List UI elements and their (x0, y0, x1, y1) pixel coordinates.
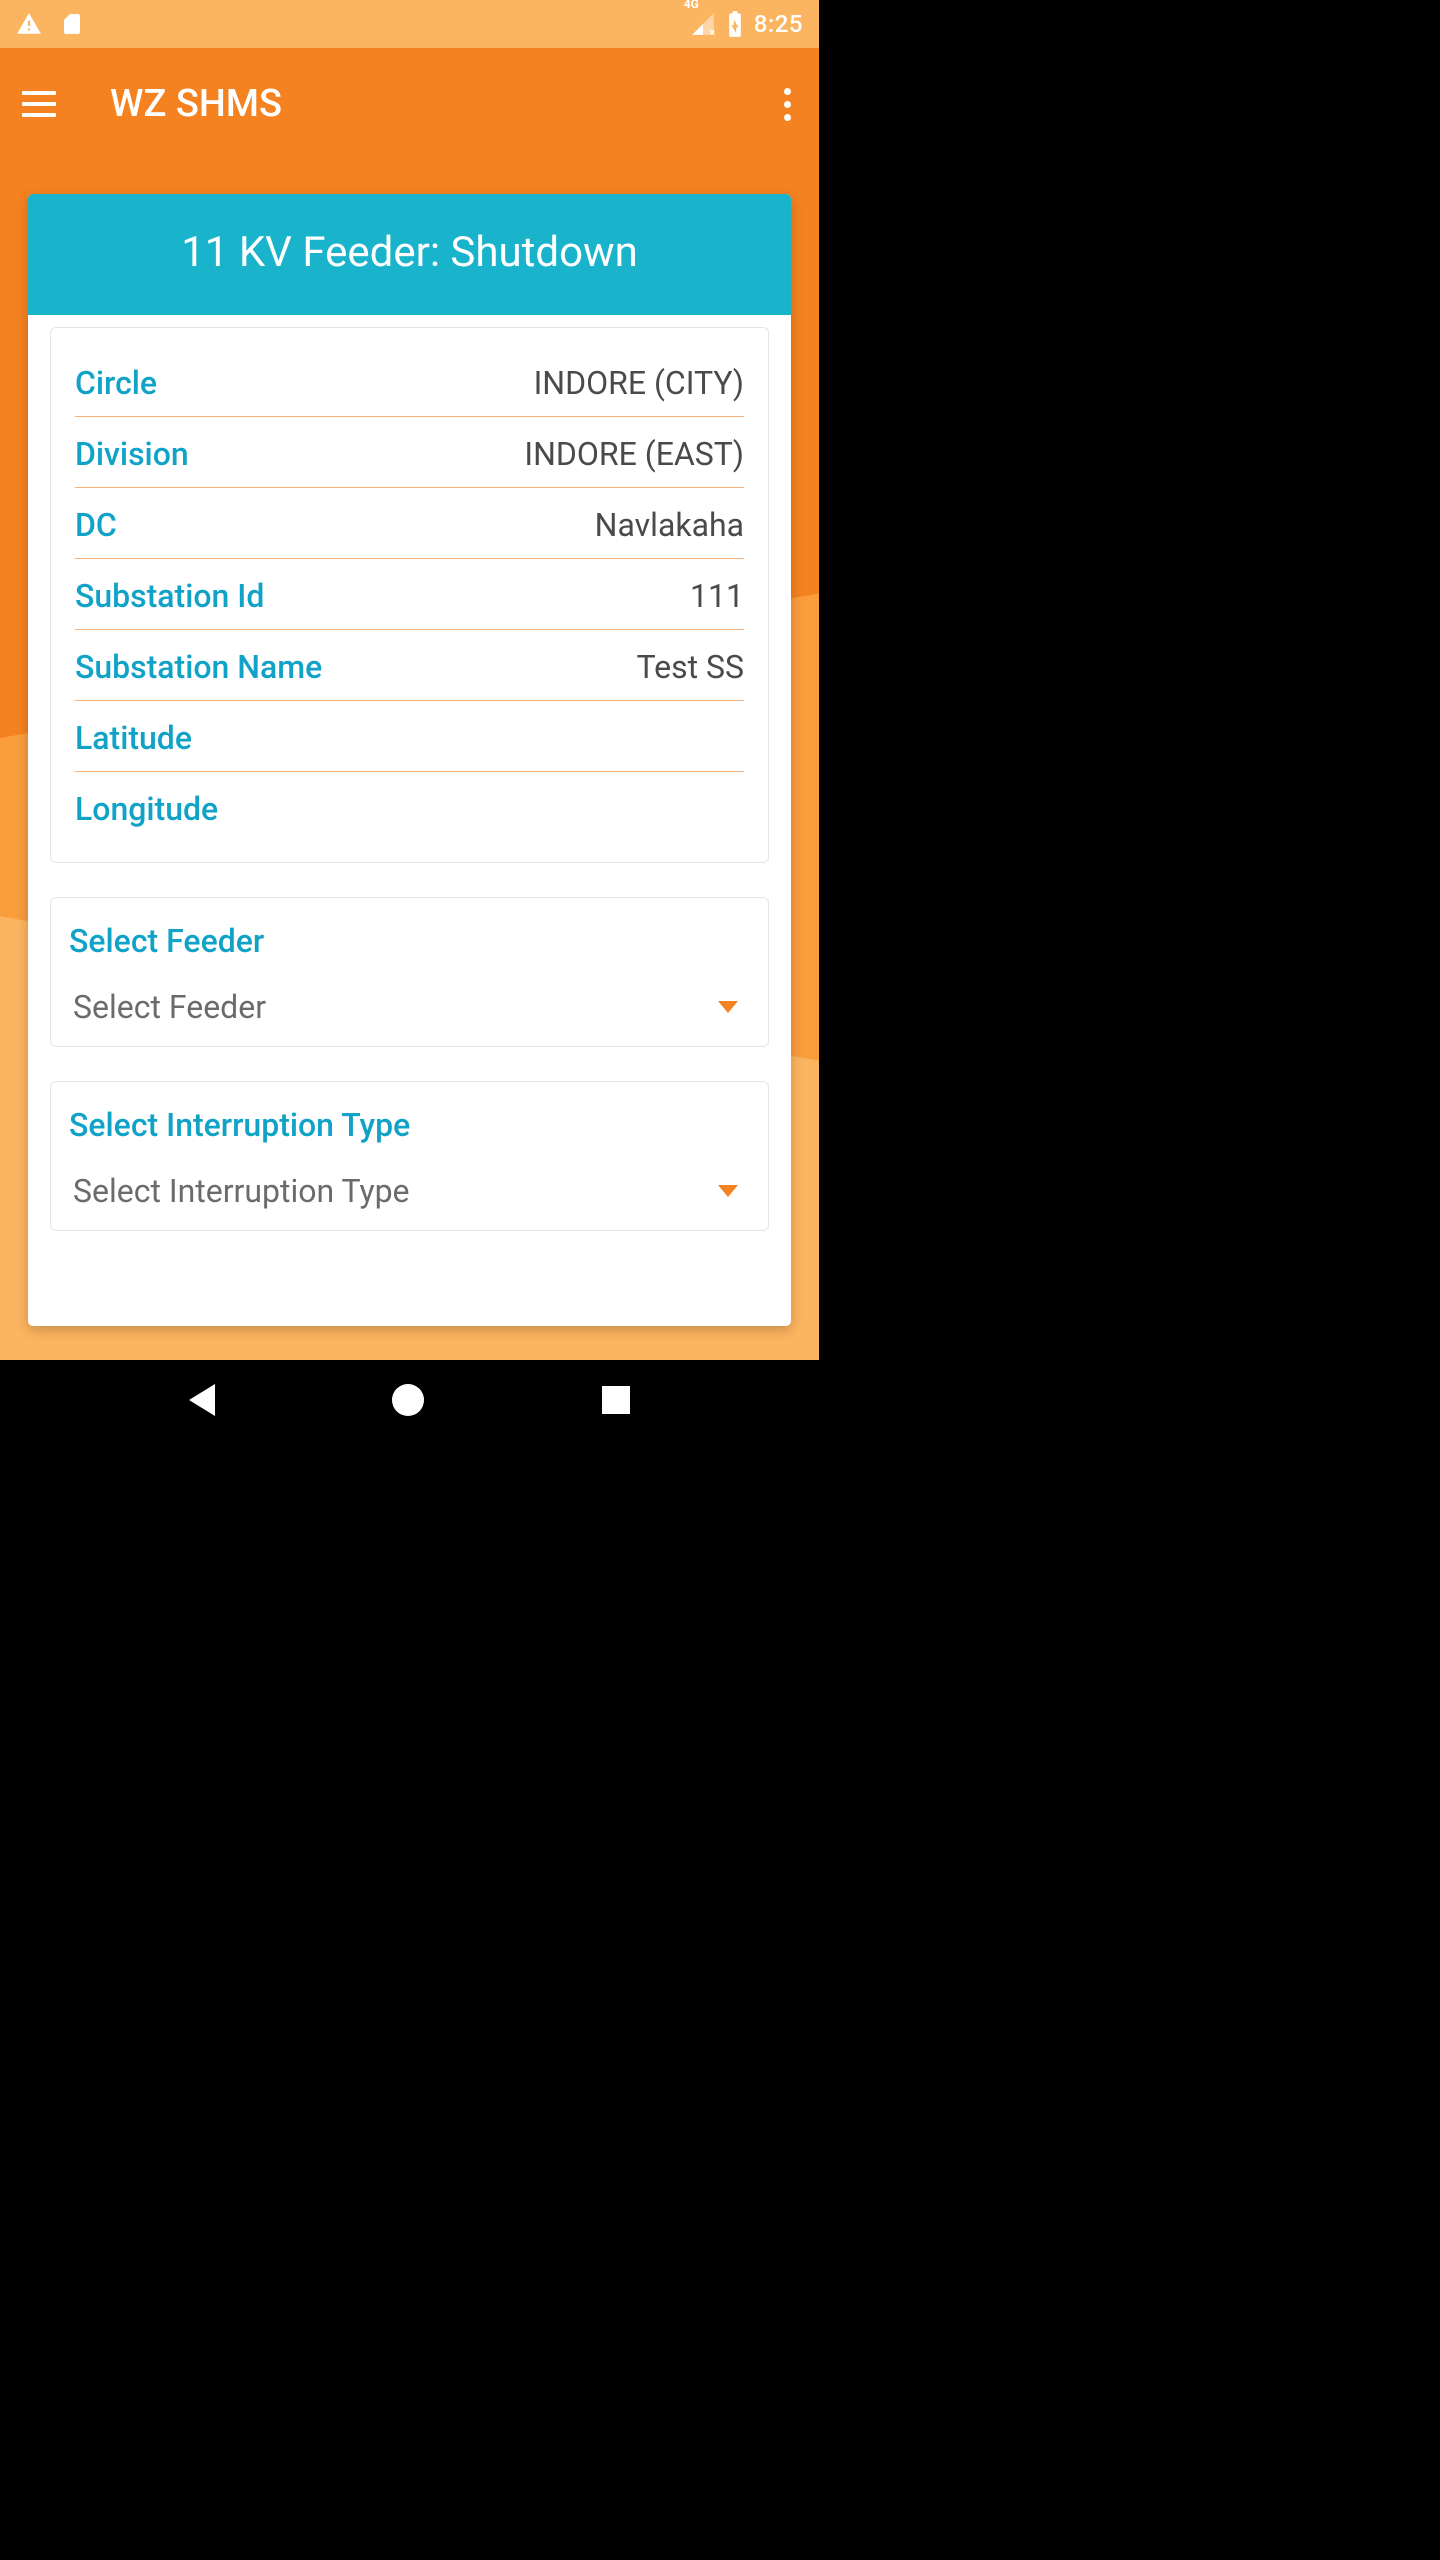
row-substation-id: Substation Id 111 (75, 559, 744, 630)
dropdown-arrow-icon (718, 1185, 738, 1197)
row-dc: DC Navlakaha (75, 488, 744, 559)
nav-recent-icon[interactable] (602, 1386, 630, 1414)
interruption-selected-text: Select Interruption Type (73, 1172, 410, 1210)
row-substation-name: Substation Name Test SS (75, 630, 744, 701)
value-division: INDORE (EAST) (524, 435, 744, 473)
value-substation-id: 111 (690, 577, 744, 615)
status-right: 4G × 8:25 (690, 10, 803, 38)
more-options-icon[interactable] (776, 80, 799, 129)
status-time: 8:25 (754, 10, 803, 38)
dropdown-arrow-icon (718, 1001, 738, 1013)
svg-text:×: × (709, 26, 715, 37)
label-latitude: Latitude (75, 719, 192, 757)
feeder-label: Select Feeder (69, 912, 750, 984)
menu-icon[interactable] (20, 85, 58, 123)
value-circle: INDORE (CITY) (534, 364, 744, 402)
system-nav-bar (0, 1360, 819, 1440)
interruption-section: Select Interruption Type Select Interrup… (50, 1081, 769, 1231)
main-card: 11 KV Feeder: Shutdown Circle INDORE (CI… (28, 194, 791, 1326)
status-bar: 4G × 8:25 (0, 0, 819, 48)
label-substation-id: Substation Id (75, 577, 264, 615)
nav-back-icon[interactable] (189, 1384, 215, 1416)
warning-icon (16, 11, 42, 37)
info-section: Circle INDORE (CITY) Division INDORE (EA… (50, 327, 769, 863)
row-division: Division INDORE (EAST) (75, 417, 744, 488)
app-title: WZ SHMS (110, 82, 282, 126)
network-signal-icon: 4G × (690, 11, 716, 37)
feeder-select[interactable]: Select Feeder (69, 984, 750, 1030)
label-longitude: Longitude (75, 790, 218, 828)
battery-charging-icon (726, 10, 744, 38)
feeder-section: Select Feeder Select Feeder (50, 897, 769, 1047)
app-bar: WZ SHMS (0, 48, 819, 160)
value-dc: Navlakaha (595, 506, 744, 544)
label-dc: DC (75, 506, 117, 544)
network-badge: 4G (684, 0, 699, 11)
card-header: 11 KV Feeder: Shutdown (28, 194, 791, 315)
interruption-label: Select Interruption Type (69, 1096, 750, 1168)
row-latitude: Latitude (75, 701, 744, 772)
status-left (16, 10, 84, 38)
feeder-selected-text: Select Feeder (73, 988, 266, 1026)
label-substation-name: Substation Name (75, 648, 322, 686)
value-substation-name: Test SS (637, 648, 744, 686)
content-area: 11 KV Feeder: Shutdown Circle INDORE (CI… (0, 160, 819, 1360)
card-body: Circle INDORE (CITY) Division INDORE (EA… (28, 315, 791, 1326)
sdcard-icon (60, 10, 84, 38)
interruption-select[interactable]: Select Interruption Type (69, 1168, 750, 1214)
row-longitude: Longitude (75, 772, 744, 842)
nav-home-icon[interactable] (392, 1384, 424, 1416)
label-circle: Circle (75, 364, 157, 402)
row-circle: Circle INDORE (CITY) (75, 346, 744, 417)
label-division: Division (75, 435, 189, 473)
